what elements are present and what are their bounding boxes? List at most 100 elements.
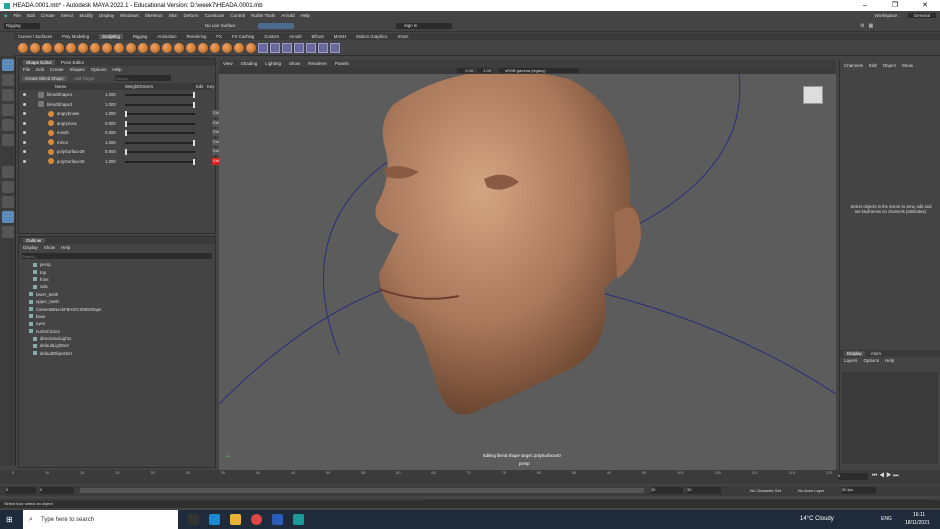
ol-menu-show[interactable]: Show (44, 245, 55, 250)
mesh-icon[interactable] (282, 42, 292, 53)
slider-handle[interactable] (193, 139, 195, 146)
symmetry-icon[interactable] (258, 42, 268, 53)
tab-shape-editor[interactable]: Shape Editor (23, 60, 56, 65)
mask-brush-icon[interactable] (234, 42, 244, 53)
se-menu-options[interactable]: Options (91, 67, 107, 72)
outliner-item[interactable]: defaultLightSet (19, 342, 215, 349)
shape-row[interactable]: blendShape1 1.000 (19, 90, 228, 100)
shelf-tab-sculpting[interactable]: Sculpting (99, 34, 123, 39)
view-cube[interactable] (803, 86, 823, 104)
weight-slider[interactable] (125, 158, 195, 165)
vp-menu-view[interactable]: View (223, 61, 233, 66)
cb-menu-show[interactable]: Show (902, 63, 913, 68)
weight-slider[interactable] (125, 149, 195, 155)
outliner-item[interactable]: nurbsCircle1 (19, 328, 215, 335)
visibility-eye-icon[interactable] (23, 121, 26, 125)
shelf-tab-fx[interactable]: FX (216, 34, 222, 39)
outliner-search-input[interactable] (22, 253, 212, 259)
clock-time[interactable]: 16:11 (913, 512, 925, 518)
range-start-field[interactable]: 0 (40, 487, 74, 494)
outliner-item[interactable]: front (19, 276, 215, 283)
menu-nurbs-tools[interactable]: Nurbs Tools (251, 13, 275, 18)
shape-search-input[interactable] (115, 75, 172, 81)
slider-handle[interactable] (125, 130, 127, 136)
task-view-icon[interactable] (188, 514, 199, 525)
menu-skin[interactable]: Skin (169, 13, 178, 18)
tab-outliner[interactable]: Outliner (23, 238, 45, 243)
vp-menu-shading[interactable]: Shading (241, 61, 258, 66)
shelf-tab-rendering[interactable]: Rendering (187, 34, 207, 39)
maya-taskbar-icon[interactable] (293, 514, 304, 525)
slider-handle[interactable] (125, 149, 127, 155)
shape-weight-value[interactable]: 1.000 (105, 111, 116, 116)
visibility-eye-icon[interactable] (23, 93, 26, 97)
tab-display-layers[interactable]: Display (844, 351, 865, 356)
fps-select[interactable]: 30 fps (842, 487, 876, 494)
weather-widget[interactable]: 14°C Cloudy (800, 516, 834, 522)
menu-edit[interactable]: Edit (27, 13, 35, 18)
vp-menu-lighting[interactable]: Lighting (265, 61, 281, 66)
create-blend-shape-button[interactable]: Create Blend Shape (22, 75, 67, 81)
start-frame-field[interactable]: 0 (6, 487, 36, 494)
outliner-layout-icon[interactable] (2, 211, 14, 223)
se-menu-edit[interactable]: Edit (36, 67, 44, 72)
smear-brush-icon[interactable] (186, 42, 196, 53)
shelf-tab-mash[interactable]: MASH (334, 34, 346, 39)
wax-brush-icon[interactable] (138, 42, 148, 53)
color-space-select[interactable]: sRGB gamma (legacy) (499, 68, 579, 73)
outliner-item[interactable]: side (19, 283, 215, 290)
shape-row[interactable]: polySurface40 1.000 Edit (19, 157, 228, 167)
visibility-eye-icon[interactable] (23, 102, 26, 106)
gamma-field[interactable]: 1.00 (477, 68, 491, 73)
menu-windows[interactable]: Windows (120, 13, 139, 18)
visibility-eye-icon[interactable] (23, 159, 26, 163)
ol-menu-help[interactable]: Help (61, 245, 70, 250)
windows-start-icon[interactable]: ⊞ (6, 515, 13, 524)
search-icon[interactable] (2, 226, 14, 238)
weight-slider[interactable] (125, 92, 195, 98)
lasso-tool-icon[interactable] (2, 74, 14, 86)
head-model[interactable] (219, 74, 836, 470)
shape-row[interactable]: blendShape3 1.000 (19, 100, 228, 110)
menu-create[interactable]: Create (41, 13, 55, 18)
shape-row[interactable]: angrynose 0.000 Edit (19, 119, 228, 129)
menu-modify[interactable]: Modify (79, 13, 93, 18)
foamy-brush-icon[interactable] (90, 42, 100, 53)
maximize-button[interactable]: ❐ (880, 0, 910, 11)
tab-pose-editor[interactable]: Pose Editor (61, 60, 84, 65)
single-view-icon[interactable] (2, 166, 14, 178)
clock-date[interactable]: 18/11/2021 (905, 520, 930, 526)
outliner-item[interactable]: directionalLight1 (19, 335, 215, 342)
shelf-tab-rigging[interactable]: Rigging (133, 34, 148, 39)
shape-weight-value[interactable]: 0.000 (105, 149, 116, 154)
current-frame-field[interactable]: 0 (838, 473, 868, 480)
ol-menu-display[interactable]: Display (23, 245, 38, 250)
tab-anim-layers[interactable]: Anim (871, 351, 881, 356)
slider-handle[interactable] (193, 92, 195, 98)
gear-icon[interactable]: ⚙ (860, 23, 864, 29)
se-menu-help[interactable]: Help (112, 67, 121, 72)
outliner-item[interactable]: eyes (19, 320, 215, 327)
visibility-eye-icon[interactable] (23, 112, 26, 116)
outliner-item[interactable]: lower_teeth (19, 291, 215, 298)
layout-icon[interactable] (2, 196, 14, 208)
weight-slider[interactable] (125, 130, 195, 136)
shape-weight-value[interactable]: 1.000 (105, 92, 116, 97)
shape-row[interactable]: angrybrows 1.000 Edit (19, 109, 228, 119)
slider-handle[interactable] (125, 111, 127, 117)
taskbar-search[interactable]: ⌕ Type here to search (23, 510, 178, 529)
slider-handle[interactable] (125, 120, 127, 127)
four-view-icon[interactable] (2, 181, 14, 193)
menu-file[interactable]: File (14, 13, 21, 18)
character-set-select[interactable]: No Character Set (750, 488, 781, 493)
shape-weight-value[interactable]: 1.000 (105, 102, 116, 107)
file-explorer-icon[interactable] (230, 514, 241, 525)
shape-row[interactable]: mouth 0.000 Edit (19, 128, 228, 138)
anim-layer-select[interactable]: No Anim Layer (798, 488, 824, 493)
end-frame-field[interactable]: 30 (687, 487, 721, 494)
shape-weight-value[interactable]: 1.000 (105, 159, 116, 164)
blend-icon[interactable] (294, 42, 304, 53)
weight-slider[interactable] (125, 111, 195, 117)
vp-menu-show[interactable]: Show (289, 61, 300, 66)
move-tool-icon[interactable] (2, 104, 14, 116)
